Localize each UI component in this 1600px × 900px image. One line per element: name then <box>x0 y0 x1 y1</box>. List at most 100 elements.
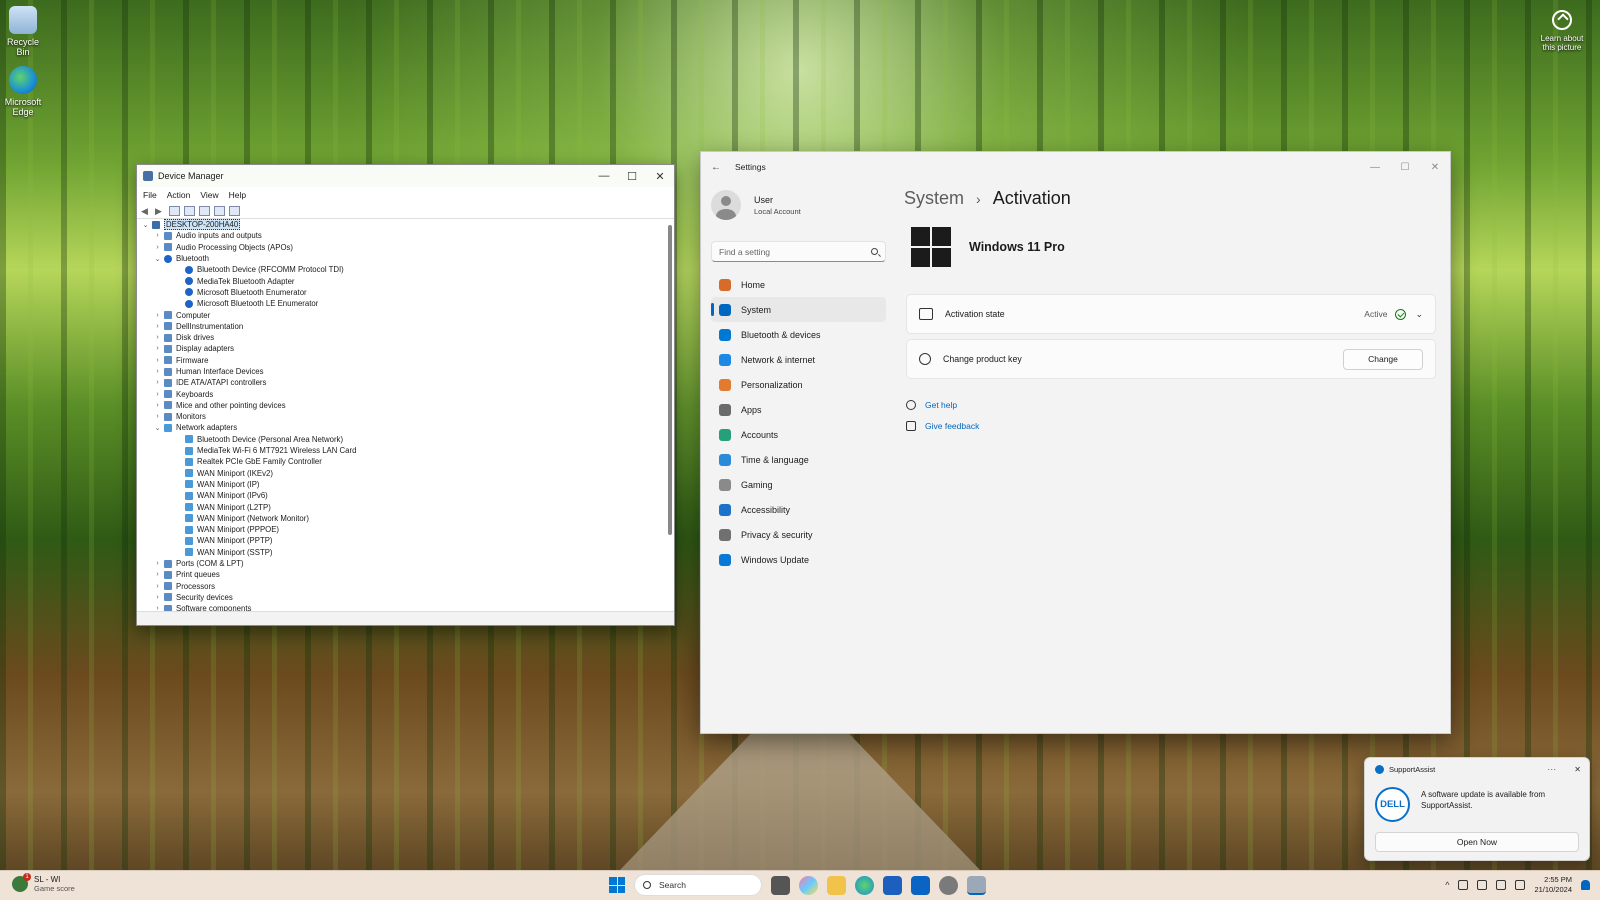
device-category[interactable]: › Disk drives <box>139 332 660 343</box>
expand-chevron-icon[interactable]: › <box>153 244 162 251</box>
maximize-button[interactable]: ☐ <box>618 165 646 187</box>
device-item[interactable]: WAN Miniport (IP) <box>139 479 660 490</box>
nav-item-system[interactable]: System <box>711 297 886 322</box>
back-arrow-icon[interactable]: ← <box>711 162 721 173</box>
device-item[interactable]: Realtek PCIe GbE Family Controller <box>139 456 660 467</box>
maximize-button[interactable]: ☐ <box>1390 156 1420 178</box>
device-item[interactable]: Bluetooth Device (RFCOMM Protocol TDI) <box>139 264 660 275</box>
menu-file[interactable]: File <box>143 190 157 200</box>
device-item[interactable]: WAN Miniport (IKEv2) <box>139 468 660 479</box>
expand-chevron-icon[interactable]: › <box>153 379 162 386</box>
chevron-up-icon[interactable]: ^ <box>1445 880 1449 890</box>
nav-item-home[interactable]: Home <box>711 272 886 297</box>
more-options-icon[interactable]: ··· <box>1547 764 1556 774</box>
breadcrumb-system[interactable]: System <box>904 188 964 209</box>
expand-chevron-icon[interactable]: › <box>153 312 162 319</box>
device-category[interactable]: › Mice and other pointing devices <box>139 400 660 411</box>
expand-chevron-icon[interactable]: › <box>153 560 162 567</box>
nav-item-apps[interactable]: Apps <box>711 397 886 422</box>
back-arrow-icon[interactable]: ◀ <box>141 206 151 216</box>
device-manager-taskbar-icon[interactable] <box>967 875 986 895</box>
expand-chevron-icon[interactable]: › <box>153 357 162 364</box>
properties-icon[interactable] <box>169 205 180 216</box>
expand-chevron-icon[interactable]: › <box>153 345 162 352</box>
expand-chevron-icon[interactable]: › <box>153 402 162 409</box>
device-category[interactable]: › Audio Processing Objects (APOs) <box>139 242 660 253</box>
expand-chevron-icon[interactable]: › <box>153 391 162 398</box>
file-explorer-icon[interactable] <box>827 875 846 895</box>
nav-item-time-language[interactable]: Time & language <box>711 447 886 472</box>
device-category[interactable]: › IDE ATA/ATAPI controllers <box>139 377 660 388</box>
close-button[interactable]: ✕ <box>646 165 674 187</box>
device-category[interactable]: › Firmware <box>139 355 660 366</box>
task-view-icon[interactable] <box>771 875 790 895</box>
device-item[interactable]: WAN Miniport (PPTP) <box>139 535 660 546</box>
collapse-chevron-icon[interactable]: ⌄ <box>153 424 162 432</box>
help-icon[interactable] <box>184 205 195 216</box>
device-category[interactable]: › Processors <box>139 581 660 592</box>
device-item[interactable]: MediaTek Bluetooth Adapter <box>139 275 660 286</box>
start-button[interactable] <box>609 877 625 893</box>
device-category[interactable]: › Print queues <box>139 569 660 580</box>
nav-item-personalization[interactable]: Personalization <box>711 372 886 397</box>
computer-root-node[interactable]: ⌄ DESKTOP-200HA40 <box>139 219 660 231</box>
dm-scrollbar[interactable] <box>668 225 672 535</box>
dm-titlebar[interactable]: Device Manager — ☐ ✕ <box>137 165 674 187</box>
scan-hardware-icon[interactable] <box>229 205 240 216</box>
device-category[interactable]: › Monitors <box>139 411 660 422</box>
minimize-button[interactable]: — <box>1360 156 1390 178</box>
edge-icon[interactable] <box>855 875 874 895</box>
menu-view[interactable]: View <box>200 190 218 200</box>
nav-item-accessibility[interactable]: Accessibility <box>711 497 886 522</box>
device-category[interactable]: › Software components <box>139 603 660 611</box>
nav-item-accounts[interactable]: Accounts <box>711 422 886 447</box>
expand-chevron-icon[interactable]: › <box>153 594 162 601</box>
clock[interactable]: 2:55 PM 21/10/2024 <box>1534 875 1572 895</box>
change-product-key-button[interactable]: Change <box>1343 348 1423 370</box>
battery-icon[interactable] <box>1515 880 1526 890</box>
update-driver-icon[interactable] <box>214 205 225 216</box>
volume-icon[interactable] <box>1496 880 1507 890</box>
widgets-button[interactable]: SL - WI Game score <box>12 873 75 893</box>
settings-gear-icon[interactable] <box>939 875 958 895</box>
store-icon[interactable] <box>883 875 902 895</box>
forward-arrow-icon[interactable]: ▶ <box>155 206 165 216</box>
nav-item-gaming[interactable]: Gaming <box>711 472 886 497</box>
device-category[interactable]: › DellInstrumentation <box>139 321 660 332</box>
device-category[interactable]: › Human Interface Devices <box>139 366 660 377</box>
collapse-chevron-icon[interactable]: ⌄ <box>141 221 150 229</box>
supportassist-notification[interactable]: SupportAssist ··· ✕ DELL A software upda… <box>1364 757 1590 861</box>
device-category[interactable]: › Display adapters <box>139 343 660 354</box>
device-category[interactable]: › Audio inputs and outputs <box>139 230 660 241</box>
activation-state-card[interactable]: Activation state Active ⌄ <box>906 294 1436 334</box>
device-item[interactable]: MediaTek Wi-Fi 6 MT7921 Wireless LAN Car… <box>139 445 660 456</box>
device-item[interactable]: Microsoft Bluetooth Enumerator <box>139 287 660 298</box>
view-icon[interactable] <box>199 205 210 216</box>
device-item[interactable]: Bluetooth Device (Personal Area Network) <box>139 434 660 445</box>
close-icon[interactable]: ✕ <box>1574 765 1581 774</box>
outlook-icon[interactable] <box>911 875 930 895</box>
desktop-icon-recycle-bin[interactable]: Recycle Bin <box>0 6 46 57</box>
settings-search-input[interactable]: Find a setting <box>711 241 886 262</box>
copilot-icon[interactable] <box>799 875 818 895</box>
nav-item-bluetooth-devices[interactable]: Bluetooth & devices <box>711 322 886 347</box>
expand-chevron-icon[interactable]: › <box>153 232 162 239</box>
close-button[interactable]: ✕ <box>1420 156 1450 178</box>
device-tree[interactable]: ⌄ DESKTOP-200HA40 › Audio inputs and output… <box>139 219 660 611</box>
expand-chevron-icon[interactable]: › <box>153 334 162 341</box>
nav-item-privacy-security[interactable]: Privacy & security <box>711 522 886 547</box>
network-icon[interactable] <box>1477 880 1488 890</box>
user-profile[interactable]: User Local Account <box>711 190 801 220</box>
collapse-chevron-icon[interactable]: ⌄ <box>153 255 162 263</box>
device-category[interactable]: ⌄ Bluetooth <box>139 253 660 264</box>
expand-chevron-icon[interactable]: › <box>153 368 162 375</box>
expand-chevron-icon[interactable]: › <box>153 571 162 578</box>
open-now-button[interactable]: Open Now <box>1375 832 1579 852</box>
onedrive-icon[interactable] <box>1458 880 1469 890</box>
expand-chevron-icon[interactable]: › <box>153 583 162 590</box>
device-item[interactable]: WAN Miniport (IPv6) <box>139 490 660 501</box>
nav-item-windows-update[interactable]: Windows Update <box>711 547 886 572</box>
device-item[interactable]: WAN Miniport (SSTP) <box>139 547 660 558</box>
settings-titlebar[interactable]: ← Settings — ☐ ✕ <box>701 152 1450 182</box>
device-category[interactable]: › Security devices <box>139 592 660 603</box>
